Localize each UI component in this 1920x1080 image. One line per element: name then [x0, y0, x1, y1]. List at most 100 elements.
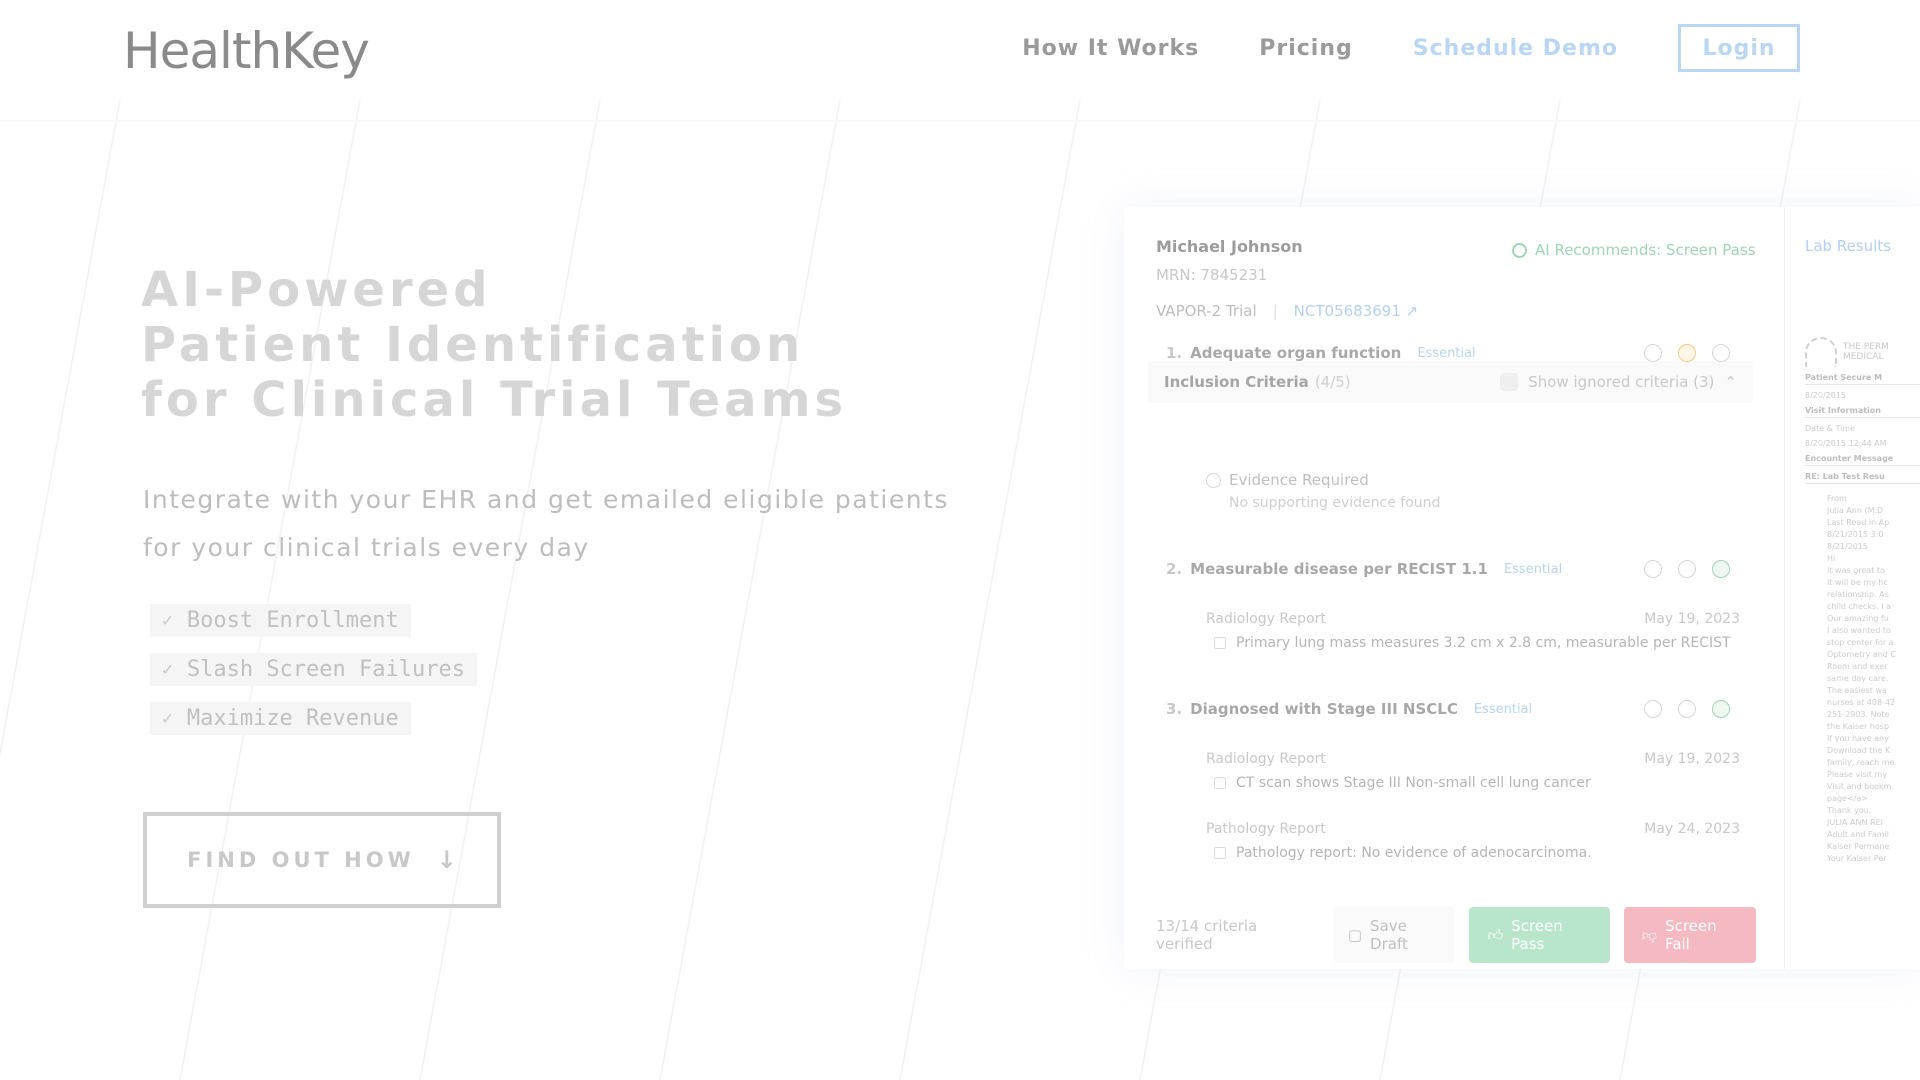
evidence-doc-date: May 19, 2023 — [1644, 611, 1740, 627]
lab-results-tab[interactable]: Lab Results — [1805, 237, 1891, 255]
evidence-doc-date: May 24, 2023 — [1644, 821, 1740, 837]
save-icon: ▢ — [1347, 926, 1363, 944]
ai-target-icon — [1512, 242, 1527, 258]
benefit-item: ✓ Boost Enrollment — [150, 604, 411, 637]
cta-label: FIND OUT HOW — [187, 848, 415, 872]
warning-status-icon[interactable] — [1678, 344, 1696, 362]
external-link-icon: ↗ — [1405, 302, 1419, 320]
checkmark-icon: ✓ — [162, 708, 173, 729]
show-ignored-toggle[interactable]: Show ignored criteria (3) ⌃ — [1500, 373, 1737, 391]
ai-recommendation: AI Recommends: Screen Pass — [1512, 241, 1756, 259]
fail-status-icon[interactable] — [1644, 560, 1662, 578]
inclusion-title-text: Inclusion Criteria — [1164, 373, 1309, 391]
hospital-logo-icon — [1805, 337, 1837, 367]
benefit-item: ✓ Slash Screen Failures — [150, 653, 477, 686]
document-body: From Julia Ann (M.D Last Read in Ap 8/21… — [1827, 494, 1920, 863]
trial-id-link[interactable]: NCT05683691 ↗ — [1294, 302, 1419, 320]
card-footer: 13/14 criteria verified ▢ Save Draft 👍︎ … — [1156, 907, 1756, 963]
pass-status-icon[interactable] — [1712, 344, 1730, 362]
criterion-title: Measurable disease per RECIST 1.1 — [1190, 560, 1488, 578]
patient-mrn: MRN: 7845231 — [1156, 266, 1268, 284]
document-line: nurses at 408-42 — [1827, 698, 1896, 707]
document-line: The easiest wa — [1827, 686, 1887, 695]
hero-title: AI-Powered Patient Identification for Cl… — [141, 263, 847, 428]
document-line: stop center for a — [1827, 638, 1894, 647]
hero-title-line-3: for Clinical Trial Teams — [141, 372, 848, 428]
nav-link-pricing[interactable]: Pricing — [1259, 36, 1353, 61]
criterion-3[interactable]: 3. Diagnosed with Stage III NSCLC Essent… — [1166, 700, 1532, 718]
arrow-down-icon: ↓ — [436, 846, 457, 874]
document-line: Hi — [1827, 554, 1836, 563]
chevron-up-icon[interactable]: ⌃ — [1724, 373, 1737, 391]
document-line: Our amazing fu — [1827, 614, 1889, 623]
document-line: Kaiser Permane — [1827, 842, 1890, 851]
document-line: 8/20/2015 — [1805, 391, 1847, 400]
document-line: RE: Lab Test Resu — [1805, 472, 1920, 484]
document-preview[interactable]: THE PERM MEDICAL Patient Secure M 8/20/2… — [1805, 337, 1920, 863]
criterion-status-icons — [1644, 700, 1730, 718]
criterion-2[interactable]: 2. Measurable disease per RECIST 1.1 Ess… — [1166, 560, 1562, 578]
show-ignored-label: Show ignored criteria (3) — [1528, 373, 1715, 391]
toggle-icon[interactable] — [1500, 373, 1519, 391]
fail-status-icon[interactable] — [1644, 700, 1662, 718]
evidence-snippet[interactable]: CT scan shows Stage III Non-small cell l… — [1214, 775, 1591, 791]
document-line: Last Read in Ap — [1827, 518, 1890, 527]
document-line: Optometry and C — [1827, 650, 1897, 659]
pass-status-icon[interactable] — [1712, 560, 1730, 578]
criterion-number: 1. — [1166, 344, 1183, 362]
screen-pass-label: Screen Pass — [1511, 917, 1563, 953]
document-line: Please visit my — [1827, 770, 1888, 779]
benefit-item: ✓ Maximize Revenue — [150, 702, 411, 735]
benefits-list: ✓ Boost Enrollment ✓ Slash Screen Failur… — [150, 604, 477, 735]
save-draft-label: Save Draft — [1370, 917, 1408, 953]
document-line: 8/20/2015 12:44 AM — [1805, 439, 1887, 448]
criterion-title: Diagnosed with Stage III NSCLC — [1190, 700, 1458, 718]
checkmark-icon: ✓ — [162, 610, 173, 631]
find-out-how-button[interactable]: FIND OUT HOW ↓ — [143, 812, 501, 908]
nav-link-schedule-demo[interactable]: Schedule Demo — [1413, 36, 1618, 61]
warning-status-icon[interactable] — [1678, 700, 1696, 718]
criterion-number: 3. — [1166, 700, 1183, 718]
evidence-doc-type: Pathology Report — [1206, 821, 1326, 837]
document-line: Visit Information — [1805, 406, 1920, 418]
screen-pass-button[interactable]: 👍︎ Screen Pass — [1469, 907, 1610, 963]
criterion-status-icons — [1644, 560, 1730, 578]
fail-status-icon[interactable] — [1644, 344, 1662, 362]
hero-title-line-2: Patient Identification — [141, 317, 805, 373]
pass-status-icon[interactable] — [1712, 700, 1730, 718]
healthkey-logo[interactable]: HealthKey — [123, 22, 370, 80]
top-nav: HealthKey How It Works Pricing Schedule … — [0, 0, 1920, 100]
document-line: I also wanted to — [1827, 626, 1891, 635]
save-draft-button[interactable]: ▢ Save Draft — [1333, 907, 1456, 963]
evidence-snippet-text: Primary lung mass measures 3.2 cm x 2.8 … — [1236, 635, 1731, 651]
hero-subtitle: Integrate with your EHR and get emailed … — [143, 485, 949, 562]
nav-link-how-it-works[interactable]: How It Works — [1022, 36, 1199, 61]
document-line: It was great to — [1827, 566, 1885, 575]
document-line: Date & Time — [1805, 424, 1856, 433]
essential-tag: Essential — [1473, 701, 1533, 717]
trial-info: VAPOR-2 Trial | NCT05683691 ↗ — [1156, 302, 1418, 320]
patient-name: Michael Johnson — [1156, 237, 1303, 256]
criterion-1[interactable]: 1. Adequate organ function Essential — [1166, 344, 1476, 362]
document-line: child checks. I a — [1827, 602, 1892, 611]
document-icon — [1214, 777, 1226, 789]
criterion-number: 2. — [1166, 560, 1183, 578]
document-line: relationship. As — [1827, 590, 1889, 599]
evidence-required: Evidence Required — [1229, 471, 1369, 489]
info-icon — [1206, 473, 1221, 488]
screening-card: Michael Johnson MRN: 7845231 AI Recommen… — [1124, 207, 1920, 969]
screening-panel: Michael Johnson MRN: 7845231 AI Recommen… — [1124, 207, 1764, 969]
document-icon — [1214, 847, 1226, 859]
document-line: Adult and Famil — [1827, 830, 1889, 839]
evidence-snippet[interactable]: Pathology report: No evidence of adenoca… — [1214, 845, 1592, 861]
warning-status-icon[interactable] — [1678, 560, 1696, 578]
screen-fail-button[interactable]: 👎︎ Screen Fail — [1623, 907, 1756, 963]
login-button[interactable]: Login — [1678, 24, 1800, 72]
trial-id-text: NCT05683691 — [1293, 302, 1401, 320]
essential-tag: Essential — [1417, 345, 1476, 361]
evidence-doc-type: Radiology Report — [1206, 611, 1326, 627]
nav-links: How It Works Pricing Schedule Demo Login — [1022, 24, 1800, 72]
hero-title-line-1: AI-Powered — [141, 262, 492, 318]
ai-recommendation-label: AI Recommends: Screen Pass — [1535, 241, 1756, 259]
evidence-snippet[interactable]: Primary lung mass measures 3.2 cm x 2.8 … — [1214, 635, 1731, 651]
